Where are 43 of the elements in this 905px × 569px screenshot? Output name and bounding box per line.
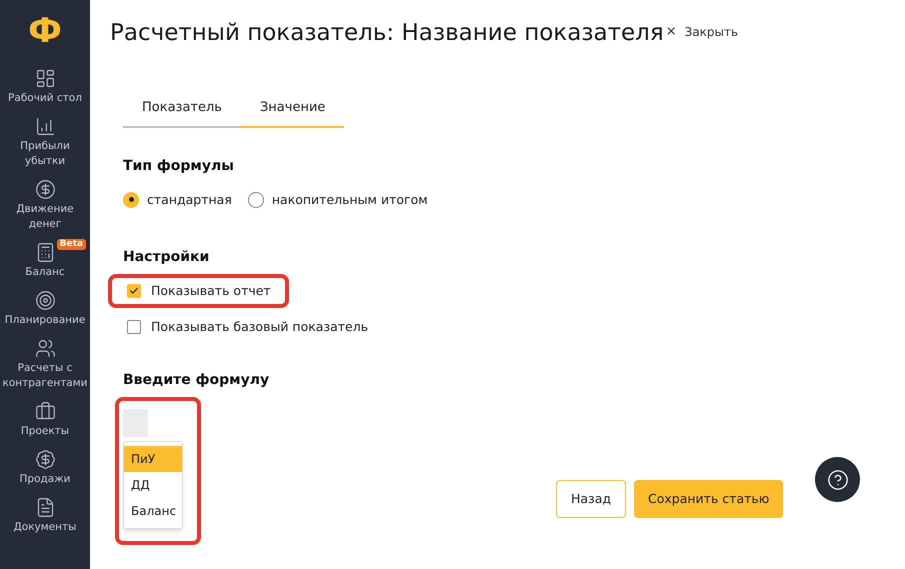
close-label: Закрыть	[684, 24, 738, 41]
checkbox-label: Показывать отчет	[151, 282, 271, 300]
close-button[interactable]: × Закрыть	[666, 22, 738, 42]
dollar-icon	[34, 449, 56, 470]
menu-item[interactable]: ПиУ	[124, 446, 182, 472]
help-button[interactable]	[815, 457, 860, 502]
menu-item[interactable]: ДД	[124, 472, 182, 498]
tab[interactable]: Значение	[240, 98, 344, 128]
sidebar-item[interactable]: Расчеты с контрагентами	[0, 338, 90, 391]
people-icon	[34, 338, 56, 359]
save-button[interactable]: Сохранить статью	[634, 480, 784, 518]
briefcase-icon	[34, 401, 56, 422]
checkbox[interactable]	[127, 284, 141, 298]
sidebar-item[interactable]: Рабочий стол	[0, 68, 90, 106]
radio-button[interactable]	[248, 192, 264, 208]
check-icon	[129, 286, 139, 296]
logo[interactable]: Ф	[28, 14, 62, 48]
bar-chart-icon	[34, 116, 56, 137]
tab[interactable]: Показатель	[123, 98, 241, 128]
coin-icon	[34, 179, 56, 200]
sidebar-item[interactable]: Прибыли убытки	[0, 116, 90, 169]
sidebar-item[interactable]: Проекты	[0, 401, 90, 439]
sidebar-item[interactable]: Beta Баланс	[0, 242, 90, 280]
section-heading: Настройки	[123, 248, 210, 268]
checkbox-label: Показывать базовый показатель	[151, 318, 368, 336]
radio-label: стандартная	[147, 190, 232, 209]
page-title: Расчетный показатель: Название показателя	[110, 19, 664, 48]
menu-item[interactable]: Баланс	[124, 498, 182, 524]
sidebar-item[interactable]: Документы	[0, 497, 90, 535]
dashboard-icon	[34, 68, 56, 89]
target-icon	[34, 290, 56, 311]
help-icon	[826, 468, 848, 490]
sidebar-item[interactable]: Движение денег	[0, 179, 90, 232]
close-icon: ×	[666, 22, 677, 42]
radio-button[interactable]	[123, 192, 139, 208]
section-heading: Введите формулу	[123, 371, 270, 390]
radio-label: накопительным итогом	[272, 190, 428, 208]
checkbox[interactable]	[127, 320, 141, 334]
beta-badge: Beta	[56, 239, 86, 250]
sidebar-item[interactable]: Продажи	[0, 449, 90, 487]
back-button[interactable]: Назад	[556, 480, 626, 518]
sidebar-item[interactable]: Планирование	[0, 290, 90, 328]
section-heading: Тип формулы	[123, 156, 235, 176]
